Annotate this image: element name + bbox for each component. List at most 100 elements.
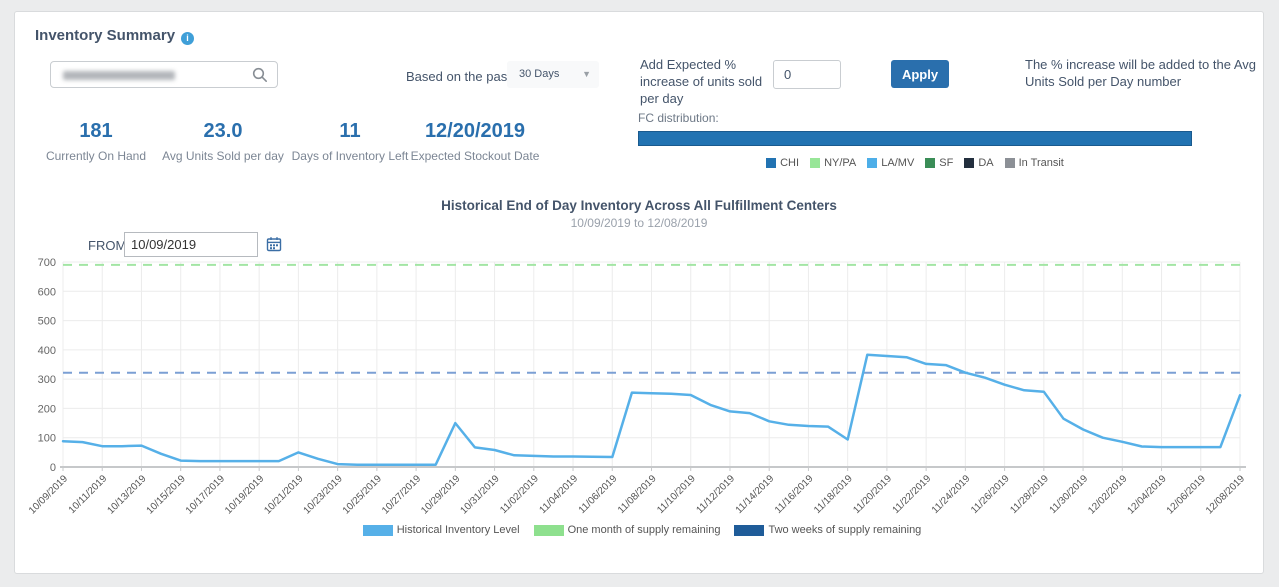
x-axis-tick-label: 11/12/2019: [694, 473, 737, 516]
legend-item: LA/MV: [867, 157, 914, 169]
x-axis-tick-label: 10/23/2019: [302, 473, 345, 516]
legend-item: SF: [925, 157, 953, 169]
period-select[interactable]: 30 Days ▼: [507, 61, 599, 88]
x-axis-tick-label: 10/19/2019: [223, 473, 266, 516]
legend-label: SF: [939, 157, 953, 169]
x-axis-tick-label: 11/08/2019: [616, 473, 659, 516]
fc-distribution-bar: [638, 131, 1192, 146]
legend-label: One month of supply remaining: [568, 524, 721, 536]
y-axis-tick-label: 700: [38, 257, 56, 269]
x-axis-tick-label: 10/31/2019: [459, 473, 502, 516]
stat-currently-on-hand: 181 Currently On Hand: [36, 120, 156, 163]
y-axis-tick-label: 100: [38, 433, 56, 445]
info-icon[interactable]: i: [181, 32, 194, 45]
from-date-input[interactable]: [124, 232, 258, 257]
x-axis-tick-label: 11/14/2019: [734, 473, 777, 516]
fc-distribution-label: FC distribution:: [638, 111, 719, 125]
chart-legend: Historical Inventory Level One month of s…: [20, 524, 1264, 536]
x-axis-tick-label: 10/09/2019: [27, 473, 70, 516]
search-icon[interactable]: [252, 67, 268, 83]
legend-label: DA: [978, 157, 993, 169]
chevron-down-icon: ▼: [582, 61, 591, 88]
y-axis-tick-label: 600: [38, 286, 56, 298]
period-select-value: 30 Days: [519, 68, 559, 80]
x-axis-tick-label: 11/24/2019: [930, 473, 973, 516]
legend-swatch: [734, 525, 764, 536]
legend-swatch: [363, 525, 393, 536]
stat-label: Currently On Hand: [36, 149, 156, 163]
stat-label: Expected Stockout Date: [404, 149, 546, 163]
legend-item: DA: [964, 157, 993, 169]
increase-helper-text: The % increase will be added to the Avg …: [1025, 56, 1267, 90]
legend-label: NY/PA: [824, 157, 856, 169]
y-axis-tick-label: 200: [38, 403, 56, 415]
inventory-summary-page: Inventory Summary i Based on the past 30 …: [0, 0, 1279, 587]
x-axis-tick-label: 11/02/2019: [498, 473, 541, 516]
legend-swatch: [925, 158, 935, 168]
legend-label: In Transit: [1019, 157, 1064, 169]
x-axis-tick-label: 10/27/2019: [380, 473, 423, 516]
x-axis-tick-label: 11/28/2019: [1008, 473, 1051, 516]
stat-avg-units-sold: 23.0 Avg Units Sold per day: [157, 120, 289, 163]
chart-subtitle: 10/09/2019 to 12/08/2019: [15, 216, 1263, 230]
x-axis-tick-label: 11/30/2019: [1048, 473, 1091, 516]
increase-label: Add Expected % increase of units sold pe…: [640, 56, 782, 107]
stat-value: 23.0: [157, 120, 289, 143]
legend-item: In Transit: [1005, 157, 1064, 169]
x-axis-tick-label: 11/22/2019: [891, 473, 934, 516]
y-axis-tick-label: 300: [38, 374, 56, 386]
apply-button[interactable]: Apply: [891, 60, 949, 88]
x-axis-tick-label: 11/04/2019: [538, 473, 581, 516]
x-axis-tick-label: 11/10/2019: [655, 473, 698, 516]
stat-value: 181: [36, 120, 156, 143]
x-axis-tick-label: 10/13/2019: [105, 473, 148, 516]
x-axis-tick-label: 12/02/2019: [1086, 473, 1129, 516]
x-axis-tick-label: 11/16/2019: [773, 473, 816, 516]
y-axis-tick-label: 500: [38, 316, 56, 328]
x-axis-tick-label: 11/20/2019: [851, 473, 894, 516]
calendar-icon[interactable]: [266, 236, 282, 252]
x-axis-tick-label: 12/06/2019: [1165, 473, 1208, 516]
y-axis-tick-label: 400: [38, 345, 56, 357]
stat-label: Avg Units Sold per day: [157, 149, 289, 163]
legend-swatch: [867, 158, 877, 168]
x-axis-tick-label: 10/17/2019: [184, 473, 227, 516]
increase-percent-input[interactable]: [773, 60, 841, 89]
legend-item: Two weeks of supply remaining: [734, 524, 921, 536]
x-axis-tick-label: 12/04/2019: [1125, 473, 1168, 516]
x-axis-tick-label: 10/11/2019: [67, 473, 110, 516]
legend-swatch: [766, 158, 776, 168]
stat-expected-stockout-date: 12/20/2019 Expected Stockout Date: [404, 120, 546, 163]
x-axis-tick-label: 11/06/2019: [577, 473, 620, 516]
legend-item: Historical Inventory Level: [363, 524, 520, 536]
legend-swatch: [534, 525, 564, 536]
legend-item: One month of supply remaining: [534, 524, 721, 536]
x-axis-tick-label: 10/29/2019: [419, 473, 462, 516]
x-axis-tick-label: 10/15/2019: [145, 473, 188, 516]
from-date-label: FROM: [88, 238, 126, 253]
stat-days-of-inventory-left: 11 Days of Inventory Left: [284, 120, 416, 163]
legend-label: LA/MV: [881, 157, 914, 169]
stat-value: 11: [284, 120, 416, 143]
legend-swatch: [964, 158, 974, 168]
x-axis-tick-label: 11/26/2019: [969, 473, 1012, 516]
legend-swatch: [810, 158, 820, 168]
stat-label: Days of Inventory Left: [284, 149, 416, 163]
inventory-history-line-chart: 0 100 200 300 400 500 600 700 10/09/201910/11/20…: [20, 255, 1264, 523]
legend-swatch: [1005, 158, 1015, 168]
legend-label: Two weeks of supply remaining: [768, 524, 921, 536]
search-redacted-value: [63, 71, 175, 80]
based-on-past-label: Based on the past: [406, 69, 511, 84]
legend-item: CHI: [766, 157, 799, 169]
legend-label: Historical Inventory Level: [397, 524, 520, 536]
fc-distribution-legend: CHI NY/PA LA/MV SF DA In Transit: [638, 157, 1192, 169]
x-axis-tick-label: 11/18/2019: [812, 473, 855, 516]
chart-title: Historical End of Day Inventory Across A…: [15, 198, 1263, 213]
x-axis-tick-label: 10/21/2019: [262, 473, 305, 516]
x-axis-tick-label: 10/25/2019: [341, 473, 384, 516]
product-search-input[interactable]: [50, 61, 278, 88]
legend-label: CHI: [780, 157, 799, 169]
page-title-text: Inventory Summary: [35, 27, 175, 44]
y-axis-tick-label: 0: [50, 462, 56, 474]
stat-value: 12/20/2019: [404, 120, 546, 143]
